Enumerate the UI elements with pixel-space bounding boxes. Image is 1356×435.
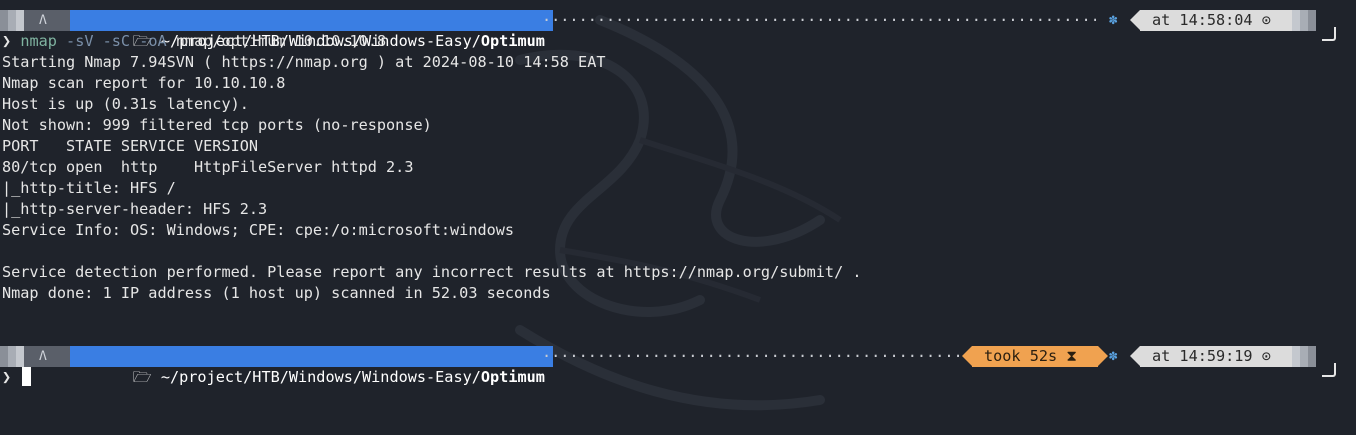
clock-icon: ⊙	[1261, 11, 1271, 29]
directory-path: ~/project/HTB/Windows/Windows-Easy/	[160, 368, 481, 386]
prompt-chevron: ❯	[2, 32, 12, 50]
command-line: ❯ nmap -sV -sC -oA nmap/optimum 10.10.10…	[2, 31, 386, 52]
command-rest: nmap/optimum 10.10.10.8	[175, 32, 387, 50]
hourglass-icon: ⧗	[1066, 347, 1077, 365]
prompt-bar: Λ 🗁 ~/project/HTB/Windows/Windows-Easy/O…	[0, 10, 1356, 50]
output-line: 80/tcp open http HttpFileServer httpd 2.…	[2, 158, 414, 176]
os-segment: Λ	[0, 346, 70, 367]
directory-segment: 🗁 ~/project/HTB/Windows/Windows-Easy/Opt…	[70, 346, 553, 386]
output-line: Host is up (0.31s latency).	[2, 95, 249, 113]
output-line: Starting Nmap 7.94SVN ( https://nmap.org…	[2, 53, 606, 71]
prompt-chevron: ❯	[2, 368, 12, 386]
time-segment: at 14:58:04 ⊙	[1140, 10, 1292, 31]
took-arrow	[962, 346, 972, 366]
prompt-filler-dots: ········································…	[542, 347, 962, 365]
output-line: Service Info: OS: Windows; CPE: cpe:/o:m…	[2, 221, 515, 239]
right-prompt-corner	[1322, 27, 1336, 41]
directory-current: Optimum	[480, 32, 545, 50]
output-line: PORT STATE SERVICE VERSION	[2, 137, 259, 155]
os-logo-icon: Λ	[39, 13, 47, 28]
duration-label: took 52s	[984, 347, 1058, 365]
output-line: Service detection performed. Please repo…	[2, 263, 862, 281]
text-cursor[interactable]	[22, 367, 32, 386]
time-arrow	[1130, 10, 1140, 30]
gear-icon: ✽	[1109, 348, 1118, 364]
output-line: |_http-server-header: HFS 2.3	[2, 200, 268, 218]
clock-icon: ⊙	[1261, 347, 1271, 365]
terminal-window[interactable]: Λ 🗁 ~/project/HTB/Windows/Windows-Easy/O…	[0, 0, 1356, 435]
output-line: Not shown: 999 filtered tcp ports (no-re…	[2, 116, 432, 134]
prompt-bar: Λ 🗁 ~/project/HTB/Windows/Windows-Easy/O…	[0, 346, 1356, 386]
directory-segment: 🗁 ~/project/HTB/Windows/Windows-Easy/Opt…	[70, 10, 553, 50]
time-arrow	[1130, 346, 1140, 366]
directory-arrow	[530, 10, 540, 30]
input-line[interactable]: ❯	[2, 367, 32, 388]
duration-segment: took 52s ⧗	[972, 346, 1098, 367]
os-logo-icon: Λ	[39, 349, 47, 364]
output-line: Nmap done: 1 IP address (1 host up) scan…	[2, 284, 551, 302]
os-segment: Λ	[0, 10, 70, 31]
prompt-filler-dots: ········································…	[542, 11, 1096, 29]
output-line: Nmap scan report for 10.10.10.8	[2, 74, 286, 92]
right-prompt-corner	[1322, 363, 1336, 377]
command-args: -sV -sC -oA	[66, 32, 167, 50]
output-line: |_http-title: HFS /	[2, 179, 176, 197]
directory-arrow	[530, 346, 540, 366]
command-name: nmap	[20, 32, 57, 50]
time-segment: at 14:59:19 ⊙	[1140, 346, 1292, 367]
gear-icon: ✽	[1109, 12, 1118, 28]
folder-icon: 🗁	[132, 368, 161, 386]
took-end-arrow	[1098, 346, 1108, 366]
time-label: at 14:58:04	[1152, 11, 1253, 29]
time-label: at 14:59:19	[1152, 347, 1253, 365]
directory-current: Optimum	[480, 368, 545, 386]
